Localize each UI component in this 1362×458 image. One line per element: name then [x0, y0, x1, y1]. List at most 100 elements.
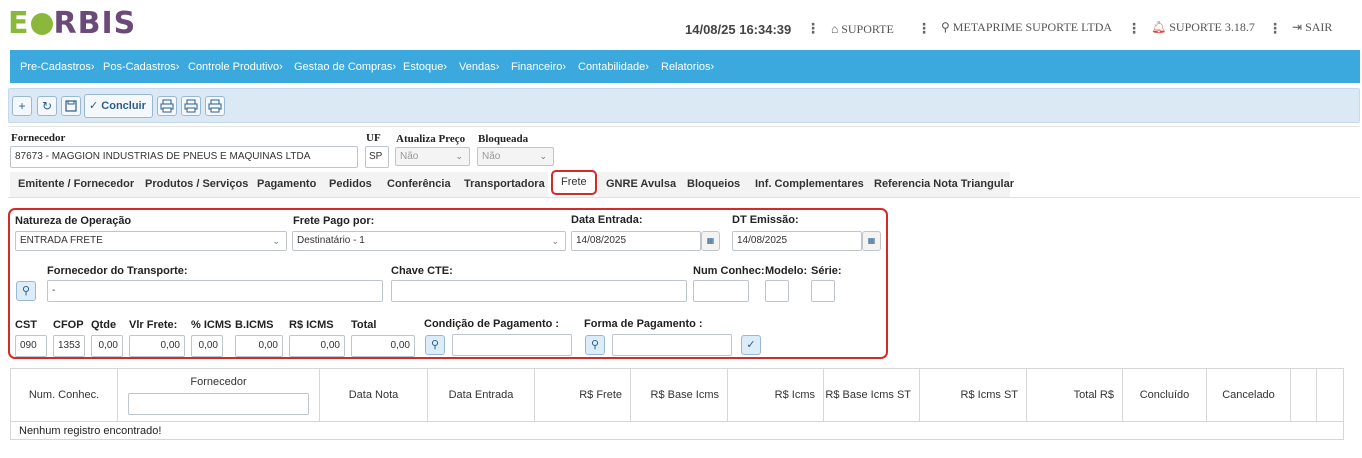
main-nav: Pre-Cadastros› Pos-Cadastros› Controle P… [10, 50, 1360, 83]
fornecedor-filter-input[interactable] [128, 393, 309, 415]
print-button[interactable] [157, 96, 177, 116]
refresh-button[interactable]: ↻ [37, 96, 57, 116]
col-data-entrada[interactable]: Data Entrada [428, 369, 535, 421]
vlr-frete-field[interactable]: 0,00 [129, 335, 185, 357]
cond-pag-field[interactable] [452, 334, 572, 356]
tab-gnre[interactable]: GNRE Avulsa [598, 172, 679, 197]
num-conhec-field[interactable] [693, 280, 749, 302]
atualiza-preco-select[interactable]: Não ⌄ [395, 147, 470, 166]
search-cond-pag-button[interactable]: ⚲ [425, 335, 445, 355]
print-button-3[interactable] [205, 96, 225, 116]
nav-estoque[interactable]: Estoque› [403, 61, 447, 73]
fornecedor-transporte-field[interactable]: - [47, 280, 383, 302]
company-menu[interactable]: ⚲ METAPRIME SUPORTE LTDA [941, 20, 1112, 35]
search-icon: ⚲ [21, 285, 31, 297]
tab-produtos[interactable]: Produtos / Serviços [137, 172, 249, 197]
frete-table: Num. Conhec. Fornecedor Data Nota Data E… [10, 368, 1344, 440]
total-label: Total [351, 319, 377, 331]
concluir-button[interactable]: ✓ Concluir [84, 94, 153, 118]
kebab-icon[interactable]: ⋮ [1127, 20, 1141, 37]
forma-pag-field[interactable] [612, 334, 732, 356]
calendar-icon: ▦ [867, 236, 876, 245]
tab-conferencia[interactable]: Conferência [379, 172, 456, 197]
nav-financeiro[interactable]: Financeiro› [511, 61, 566, 73]
search-fornecedor-button[interactable]: ⚲ [16, 281, 36, 301]
nav-gestao-compras[interactable]: Gestao de Compras› [294, 61, 396, 73]
chave-cte-field[interactable] [391, 280, 687, 302]
tab-bar: Emitente / Fornecedor Produtos / Serviço… [8, 170, 1360, 198]
b-icms-field[interactable]: 0,00 [235, 335, 283, 357]
col-rs-base-icms-st[interactable]: R$ Base Icms ST [824, 369, 920, 421]
kebab-icon[interactable]: ⋮ [917, 20, 931, 37]
tab-transportadora[interactable]: Transportadora [456, 172, 548, 197]
calendar-button[interactable]: ▦ [701, 231, 720, 251]
chevron-down-icon: ⌄ [455, 151, 463, 161]
bell-icon: 🔔︎ [1151, 20, 1167, 34]
bloqueada-select[interactable]: Não ⌄ [477, 147, 554, 166]
modelo-label: Modelo: [765, 265, 808, 277]
qtde-field[interactable]: 0,00 [91, 335, 123, 357]
natureza-label: Natureza de Operação [15, 215, 132, 227]
session-datetime: 14/08/25 16:34:39 [685, 22, 792, 37]
pct-icms-field[interactable]: 0,00 [191, 335, 223, 357]
col-rs-icms-st[interactable]: R$ Icms ST [920, 369, 1027, 421]
tab-pedidos[interactable]: Pedidos [321, 172, 379, 197]
tab-frete[interactable]: Frete [551, 170, 597, 195]
add-button[interactable]: + [12, 96, 32, 116]
nav-pre-cadastros[interactable]: Pre-Cadastros› [20, 61, 95, 73]
search-forma-pag-button[interactable]: ⚲ [585, 335, 605, 355]
cfop-field[interactable]: 1353 [53, 335, 85, 357]
divider [8, 126, 1360, 127]
dt-emissao-field[interactable]: 14/08/2025 [732, 231, 862, 251]
toolbar: + ↻ ✓ Concluir [8, 88, 1360, 123]
nav-pos-cadastros[interactable]: Pos-Cadastros› [103, 61, 179, 73]
col-rs-icms[interactable]: R$ Icms [728, 369, 824, 421]
data-entrada-field[interactable]: 14/08/2025 [571, 231, 701, 251]
col-actions [1291, 369, 1317, 421]
kebab-icon[interactable]: ⋮ [806, 20, 820, 37]
col-rs-base-icms[interactable]: R$ Base Icms [631, 369, 728, 421]
col-num-conhec[interactable]: Num. Conhec. [11, 369, 118, 421]
nav-controle-produtivo[interactable]: Controle Produtivo› [188, 61, 283, 73]
support-link[interactable]: ⌂ SUPORTE [831, 22, 894, 37]
col-total[interactable]: Total R$ [1027, 369, 1123, 421]
col-rs-frete[interactable]: R$ Frete [535, 369, 631, 421]
nav-contabilidade[interactable]: Contabilidade› [578, 61, 649, 73]
bloqueada-label: Bloqueada [478, 133, 529, 145]
uf-field[interactable]: SP [365, 146, 389, 168]
col-cancelado[interactable]: Cancelado [1207, 369, 1291, 421]
print-icon [184, 99, 198, 113]
kebab-icon[interactable]: ⋮ [1268, 20, 1282, 37]
nav-relatorios[interactable]: Relatorios› [661, 61, 714, 73]
col-fornecedor[interactable]: Fornecedor [118, 369, 320, 421]
tab-referencia-triangular[interactable]: Referencia Nota Triangular [866, 172, 1014, 197]
logout-link[interactable]: ⇥ SAIR [1292, 20, 1332, 35]
save-button[interactable] [61, 96, 81, 116]
check-icon: ✓ [89, 100, 99, 112]
data-entrada-label: Data Entrada: [571, 214, 643, 226]
tab-pagamento[interactable]: Pagamento [249, 172, 321, 197]
tab-emitente[interactable]: Emitente / Fornecedor [10, 172, 137, 197]
check-icon: ✓ [746, 339, 756, 351]
rs-icms-field[interactable]: 0,00 [289, 335, 345, 357]
total-field[interactable]: 0,00 [351, 335, 415, 357]
col-data-nota[interactable]: Data Nota [320, 369, 428, 421]
fornecedor-field[interactable]: 87673 - MAGGION INDUSTRIAS DE PNEUS E MA… [10, 146, 358, 168]
confirm-button[interactable]: ✓ [741, 335, 761, 355]
tab-bloqueios[interactable]: Bloqueios [679, 172, 747, 197]
serie-field[interactable] [811, 280, 835, 302]
notifications-menu[interactable]: 🔔︎ SUPORTE 3.18.7 [1151, 20, 1255, 35]
nav-vendas[interactable]: Vendas› [459, 61, 499, 73]
natureza-select[interactable]: ENTRADA FRETE ⌄ [15, 231, 287, 251]
search-icon: ⚲ [590, 339, 600, 351]
print-icon [208, 99, 222, 113]
calendar-button[interactable]: ▦ [862, 231, 881, 251]
cst-field[interactable]: 090 [15, 335, 47, 357]
modelo-field[interactable] [765, 280, 789, 302]
print-button-2[interactable] [181, 96, 201, 116]
app-logo: E RBIS [8, 6, 137, 41]
col-concluido[interactable]: Concluído [1123, 369, 1207, 421]
tab-inf-complementares[interactable]: Inf. Complementares [747, 172, 866, 197]
serie-label: Série: [811, 265, 842, 277]
frete-pago-select[interactable]: Destinatário - 1 ⌄ [292, 231, 566, 251]
